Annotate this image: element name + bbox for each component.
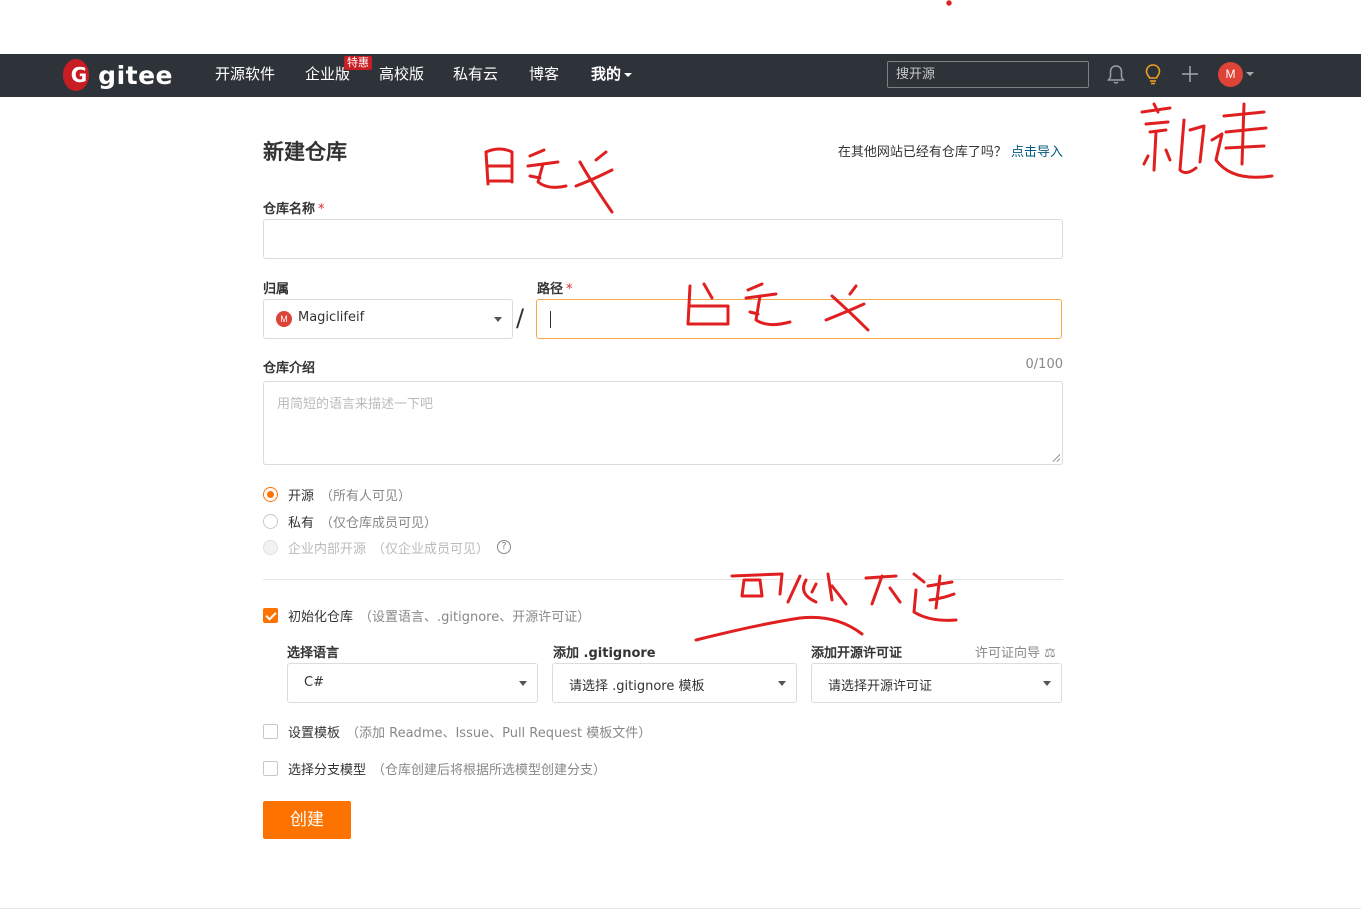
template-note: （添加 Readme、Issue、Pull Request 模板文件） bbox=[346, 725, 652, 741]
user-avatar[interactable]: M bbox=[1218, 62, 1243, 87]
repo-name-label-text: 仓库名称 bbox=[263, 202, 316, 217]
nav-item-blog[interactable]: 博客 bbox=[529, 64, 559, 84]
license-value: 请选择开源许可证 bbox=[828, 679, 933, 694]
page: gitee 开源软件 企业版 特惠 高校版 私有云 博客 我的 搜开源 M 新建… bbox=[0, 0, 1361, 913]
footer-divider bbox=[0, 908, 1361, 909]
desc-placeholder: 用简短的语言来描述一下吧 bbox=[277, 397, 434, 412]
license-label: 添加开源许可证 bbox=[811, 646, 903, 661]
visibility-public[interactable]: 开源 （所有人可见） bbox=[263, 486, 412, 504]
gitignore-value: 请选择 .gitignore 模板 bbox=[569, 679, 705, 694]
gitee-logo[interactable]: gitee bbox=[63, 58, 173, 92]
desc-label: 仓库介绍 bbox=[263, 361, 316, 376]
chevron-down-icon bbox=[519, 681, 527, 686]
chevron-down-icon bbox=[624, 72, 633, 77]
required-mark: * bbox=[566, 282, 573, 297]
init-repo-note: （设置语言、.gitignore、开源许可证） bbox=[359, 609, 591, 625]
language-value: C# bbox=[304, 675, 324, 690]
desc-counter: 0/100 bbox=[1025, 357, 1063, 372]
license-guide-link[interactable]: 许可证向导 ⚖ bbox=[975, 642, 1056, 661]
template-option[interactable]: 设置模板 （添加 Readme、Issue、Pull Request 模板文件） bbox=[263, 723, 652, 741]
chevron-down-icon bbox=[778, 681, 786, 686]
visibility-private-note: （仅仓库成员可见） bbox=[320, 515, 438, 531]
page-title: 新建仓库 bbox=[263, 140, 347, 164]
create-button[interactable]: 创建 bbox=[263, 801, 351, 839]
nav-item-mine[interactable]: 我的 bbox=[591, 64, 633, 84]
plus-icon[interactable] bbox=[1179, 62, 1201, 86]
promo-badge: 特惠 bbox=[344, 56, 372, 70]
visibility-public-note: （所有人可见） bbox=[320, 488, 412, 504]
init-repo-checkbox[interactable] bbox=[263, 607, 278, 623]
required-mark: * bbox=[318, 202, 325, 217]
logo-text: gitee bbox=[98, 60, 173, 90]
path-label-text: 路径 bbox=[537, 282, 564, 297]
import-hint: 在其他网站已经有仓库了吗？ 点击导入 bbox=[838, 141, 1063, 160]
owner-value: Magiclifeif bbox=[298, 310, 365, 325]
resize-handle-icon[interactable] bbox=[1052, 454, 1060, 462]
text-cursor bbox=[550, 311, 551, 328]
gitee-logo-icon bbox=[63, 59, 95, 91]
path-label: 路径 * bbox=[537, 278, 573, 297]
owner-avatar: M bbox=[276, 311, 292, 327]
owner-label: 归属 bbox=[263, 282, 290, 297]
repo-name-input[interactable] bbox=[263, 219, 1063, 259]
visibility-private-label: 私有 bbox=[288, 515, 315, 531]
branch-model-option[interactable]: 选择分支模型 （仓库创建后将根据所选模型创建分支） bbox=[263, 760, 607, 778]
owner-select[interactable]: M Magiclifeif bbox=[263, 299, 513, 339]
language-select[interactable]: C# bbox=[287, 663, 538, 703]
radio-private[interactable] bbox=[263, 513, 278, 529]
lightbulb-icon[interactable] bbox=[1142, 62, 1164, 86]
nav-item-private-cloud[interactable]: 私有云 bbox=[453, 64, 498, 84]
chevron-down-icon bbox=[494, 317, 502, 322]
visibility-enterprise-note: （仅企业成员可见） bbox=[372, 541, 490, 557]
init-repo-option[interactable]: 初始化仓库 （设置语言、.gitignore、开源许可证） bbox=[263, 607, 591, 625]
import-link[interactable]: 点击导入 bbox=[1011, 145, 1063, 160]
license-select[interactable]: 请选择开源许可证 bbox=[811, 663, 1062, 703]
visibility-private[interactable]: 私有 （仅仓库成员可见） bbox=[263, 513, 438, 531]
gitignore-label: 添加 .gitignore bbox=[553, 646, 656, 661]
branch-model-label: 选择分支模型 bbox=[288, 762, 367, 778]
template-checkbox[interactable] bbox=[263, 723, 278, 739]
template-label: 设置模板 bbox=[288, 725, 341, 741]
nav-item-open-source[interactable]: 开源软件 bbox=[215, 64, 275, 84]
help-icon[interactable]: ? bbox=[497, 540, 512, 554]
path-separator: / bbox=[516, 304, 525, 332]
nav-item-mine-label: 我的 bbox=[591, 65, 622, 83]
visibility-enterprise: 企业内部开源 （仅企业成员可见） ? bbox=[263, 539, 512, 557]
init-repo-label: 初始化仓库 bbox=[288, 609, 354, 625]
branch-model-checkbox[interactable] bbox=[263, 760, 278, 776]
nav-item-education[interactable]: 高校版 bbox=[379, 64, 424, 84]
path-input[interactable] bbox=[536, 299, 1062, 339]
search-input[interactable]: 搜开源 bbox=[887, 61, 1089, 88]
divider bbox=[263, 579, 1063, 580]
repo-name-label: 仓库名称 * bbox=[263, 198, 325, 217]
gitignore-select[interactable]: 请选择 .gitignore 模板 bbox=[552, 663, 797, 703]
language-label: 选择语言 bbox=[287, 646, 340, 661]
bell-icon[interactable] bbox=[1105, 62, 1127, 86]
branch-model-note: （仓库创建后将根据所选模型创建分支） bbox=[372, 762, 607, 778]
chevron-down-icon bbox=[1043, 681, 1051, 686]
radio-public[interactable] bbox=[263, 486, 278, 502]
import-hint-text: 在其他网站已经有仓库了吗？ bbox=[837, 145, 1007, 160]
chevron-down-icon[interactable] bbox=[1246, 72, 1254, 76]
license-guide-text: 许可证向导 bbox=[975, 646, 1041, 661]
scale-icon: ⚖ bbox=[1044, 646, 1056, 661]
visibility-public-label: 开源 bbox=[288, 488, 315, 504]
desc-textarea[interactable]: 用简短的语言来描述一下吧 bbox=[263, 381, 1063, 465]
radio-enterprise bbox=[263, 539, 278, 555]
visibility-enterprise-label: 企业内部开源 bbox=[288, 541, 367, 557]
